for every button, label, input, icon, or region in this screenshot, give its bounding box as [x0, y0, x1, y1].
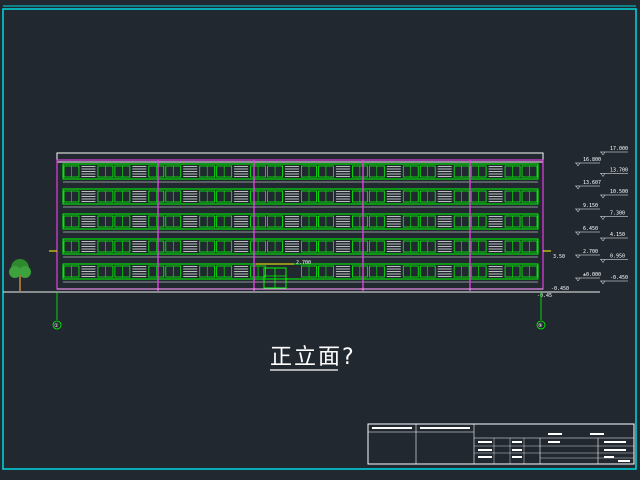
- right-level-label: 10.500: [610, 189, 628, 195]
- right-level-arrow: [600, 280, 606, 285]
- right-level-arrow: [600, 237, 606, 242]
- right-level-label: 13.700: [610, 168, 628, 174]
- ground-tick-label: -0.450: [551, 286, 569, 292]
- right-level-arrow: [600, 259, 606, 263]
- elevation-drawing: 2.700 3.50 -0.45 -0.450 ① ⑨ 16.800 13.607…: [2, 5, 637, 470]
- right-level-label: 7.300: [610, 211, 625, 217]
- right-level-label: 0.950: [610, 254, 625, 260]
- level-marks-left: 16.800 13.607 9.150 6.450 2.700 ±0.000: [575, 157, 601, 282]
- left-level-arrow: [575, 277, 581, 282]
- pilasters: [157, 160, 471, 291]
- right-level-arrow: [600, 194, 606, 199]
- axis-marker-left: ①: [52, 292, 62, 330]
- right-wall-label: 3.50: [553, 254, 565, 260]
- tree-symbol: [9, 259, 31, 291]
- right-level-arrow: [600, 173, 606, 177]
- svg-text:⑨: ⑨: [538, 323, 543, 329]
- building-elevation: 2.700 3.50: [49, 152, 565, 291]
- right-level-arrow: [600, 216, 606, 220]
- level-marks-right: 17.000 13.700 10.500 7.300 4.150 0.950 -0.450: [600, 146, 628, 285]
- right-level-arrow: [600, 151, 606, 156]
- right-level-label: 17.000: [610, 146, 628, 152]
- right-level-label: 4.150: [610, 232, 625, 238]
- ground-right-label: -0.45: [537, 293, 552, 299]
- left-level-label: 6.450: [583, 226, 598, 232]
- left-level-label: 16.800: [583, 157, 601, 163]
- title-block: [367, 423, 635, 465]
- left-level-arrow: [575, 162, 581, 167]
- left-level-arrow: [575, 254, 581, 259]
- left-level-arrow: [575, 231, 581, 236]
- right-level-label: -0.450: [610, 275, 628, 281]
- svg-text:①: ①: [54, 323, 59, 329]
- left-level-label: ±0.000: [583, 272, 601, 278]
- left-level-label: 2.700: [583, 249, 598, 255]
- left-level-arrow: [575, 208, 581, 213]
- main-entrance: 2.700: [256, 260, 311, 289]
- drawing-title: 正立面?: [270, 345, 356, 370]
- left-level-arrow: [575, 185, 581, 190]
- left-level-label: 9.150: [583, 203, 598, 209]
- left-level-label: 13.607: [583, 180, 601, 186]
- entrance-level-label: 2.700: [296, 260, 311, 266]
